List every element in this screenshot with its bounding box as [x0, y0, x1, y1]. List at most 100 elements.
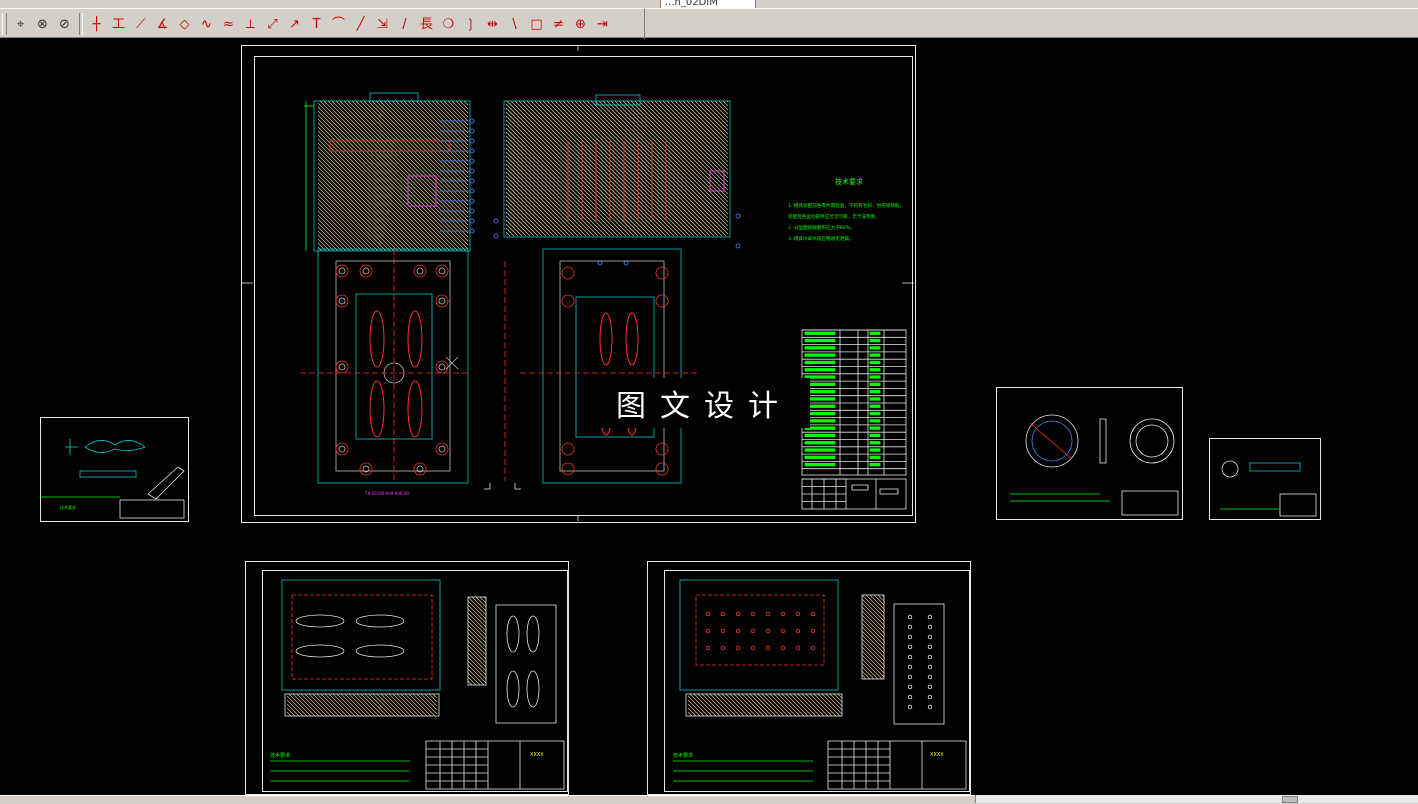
- core-pin: [625, 312, 639, 366]
- rect-icon[interactable]: □: [526, 13, 547, 35]
- section-hatch: [435, 100, 469, 134]
- length-icon[interactable]: 長: [416, 13, 437, 35]
- bottom-left-notes-title: 技术要求: [270, 753, 291, 759]
- section-hatch: [467, 656, 487, 676]
- bolt-hole: [720, 611, 726, 617]
- section-hatch: [570, 100, 707, 237]
- section-hatch: [467, 644, 487, 664]
- arc-dim-icon[interactable]: ⌒: [328, 13, 349, 35]
- horizontal-scrollbar[interactable]: [975, 795, 1418, 803]
- section-hatch: [467, 676, 477, 686]
- section-hatch: [546, 100, 683, 237]
- slash-icon[interactable]: ╱: [350, 13, 371, 35]
- section-hatch: [505, 219, 523, 237]
- section-hatch: [861, 674, 867, 680]
- section-hatch: [463, 100, 469, 106]
- balloon-marker: [469, 148, 475, 154]
- section-hatch: [594, 100, 729, 235]
- measure-icon[interactable]: ⊘: [54, 13, 75, 35]
- offset-icon[interactable]: ≈: [218, 13, 239, 35]
- bom-cell-text: [804, 338, 836, 343]
- balloon-icon[interactable]: ❍: [438, 13, 459, 35]
- bom-cell-text: [804, 448, 836, 452]
- bolt-hole: [765, 645, 771, 651]
- bolt-hole: [335, 360, 349, 374]
- section-hatch: [286, 707, 296, 717]
- section-hatch: [467, 620, 487, 640]
- model-space-canvas[interactable]: 技术要求 1. 模具装配前各零件需检查，不得有毛刺、划伤等缺陷。 装配后各运动部件…: [0, 39, 1418, 795]
- part-cavity: [369, 310, 385, 368]
- aligned-dim-icon[interactable]: ⟋: [130, 13, 151, 35]
- section-hatch: [666, 100, 729, 163]
- bom-cell-text: [869, 448, 881, 452]
- section-hatch: [505, 147, 595, 237]
- bom-cell-text: [869, 353, 881, 357]
- balloon-marker: [623, 260, 629, 266]
- dim-break-icon[interactable]: ⇹: [482, 13, 503, 35]
- section-hatch: [626, 100, 729, 203]
- bolt-hole: [655, 442, 669, 456]
- hatch-icon[interactable]: ◇: [174, 13, 195, 35]
- trim-icon[interactable]: \: [504, 13, 525, 35]
- section-hatch: [690, 100, 729, 139]
- hole: [927, 684, 933, 690]
- leader-icon[interactable]: ↗: [284, 13, 305, 35]
- text-icon[interactable]: T: [306, 13, 327, 35]
- snap-icon[interactable]: ⌖: [10, 13, 31, 35]
- bom-cell-text: [804, 433, 836, 438]
- section-hatch: [833, 693, 843, 703]
- mirror-icon[interactable]: ⤢: [262, 13, 283, 35]
- curve-paren-icon[interactable]: ❳: [460, 13, 481, 35]
- plate-top-view: [281, 579, 441, 691]
- redline-icon[interactable]: /: [394, 13, 415, 35]
- balloon-marker: [597, 260, 603, 266]
- hole: [927, 614, 933, 620]
- part-slot: [506, 615, 520, 653]
- section-hatch: [467, 604, 487, 624]
- hole: [907, 704, 913, 710]
- section-hatch: [861, 670, 871, 680]
- section-hatch: [286, 699, 304, 717]
- section-hatch: [687, 707, 697, 717]
- balloon-marker: [469, 138, 475, 144]
- bolt-hole-inner: [438, 297, 446, 305]
- bom-cell-text: [869, 368, 881, 372]
- parallel-icon[interactable]: ≠: [548, 13, 569, 35]
- section-hatch: [467, 612, 487, 632]
- extend-icon[interactable]: ⇥: [592, 13, 613, 35]
- break-icon[interactable]: ⟂: [240, 13, 261, 35]
- section-hatch: [317, 214, 355, 252]
- section-hatch: [554, 100, 691, 237]
- section-hatch: [351, 100, 469, 218]
- balloon-marker: [469, 168, 475, 174]
- curve-icon[interactable]: ∿: [196, 13, 217, 35]
- section-hatch: [505, 159, 583, 237]
- line-icon[interactable]: ┼: [86, 13, 107, 35]
- section-hatch: [505, 123, 619, 237]
- horizontal-dim-icon[interactable]: 工: [108, 13, 129, 35]
- section-hatch: [432, 693, 438, 699]
- section-hatch: [514, 100, 651, 237]
- center-icon[interactable]: ⊕: [570, 13, 591, 35]
- hole: [927, 654, 933, 660]
- bolt-hole: [335, 442, 349, 456]
- angular-dim-icon[interactable]: ∡: [152, 13, 173, 35]
- section-hatch: [467, 652, 487, 672]
- balloon-marker: [469, 118, 475, 124]
- toolbar-grip[interactable]: [2, 13, 7, 35]
- stretch-icon[interactable]: ⇲: [372, 13, 393, 35]
- balloon-marker: [469, 188, 475, 194]
- section-hatch: [416, 693, 438, 715]
- section-hatch: [355, 100, 469, 214]
- section-hatch: [467, 640, 487, 660]
- osnap-icon[interactable]: ⊗: [32, 13, 53, 35]
- bolt-hole: [561, 462, 575, 476]
- bolt-hole: [335, 294, 349, 308]
- bom-cell-text: [869, 433, 881, 438]
- section-hatch: [395, 100, 469, 174]
- section-hatch: [505, 107, 635, 237]
- section-hatch: [574, 100, 711, 237]
- scrollbar-thumb[interactable]: [1282, 796, 1298, 803]
- balloon-marker: [469, 198, 475, 204]
- plate-outline: [559, 260, 665, 472]
